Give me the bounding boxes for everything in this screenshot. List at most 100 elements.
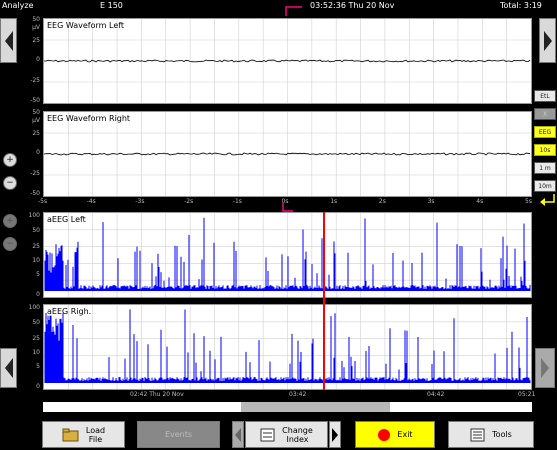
- scale-button-x[interactable]: X: [534, 108, 556, 120]
- scroll-back-button[interactable]: [0, 348, 17, 388]
- tools-icon: [470, 428, 485, 441]
- ytick: 25: [32, 243, 40, 250]
- timeline-scrollbar[interactable]: [43, 402, 532, 412]
- zoom-out-disabled-icon: −: [3, 237, 17, 251]
- ytick: -50: [30, 190, 40, 197]
- zoom-in-disabled-icon: +: [3, 214, 17, 228]
- index-prev-button[interactable]: [232, 421, 244, 448]
- ytick: -25: [30, 170, 40, 177]
- scroll-up-left-button[interactable]: [0, 18, 17, 63]
- time-cursor-line[interactable]: [323, 212, 325, 390]
- ytick: 10: [32, 257, 40, 264]
- ytick: μV: [32, 117, 40, 124]
- ytick: 25: [32, 335, 40, 342]
- device-label: E 150: [100, 1, 123, 10]
- eeg-xtick: 3s: [427, 198, 435, 205]
- scale-button-eeg-tl[interactable]: EtL: [534, 90, 556, 102]
- aeeg-right-title: aEEG Righ.: [47, 307, 92, 316]
- eeg-xtick: -1s: [232, 198, 242, 205]
- clock-label: 03:52:36 Thu 20 Nov: [310, 1, 395, 10]
- eeg-xtick: 2s: [378, 198, 386, 205]
- change-index-label-2: Index: [286, 434, 309, 444]
- exit-button[interactable]: Exit: [355, 421, 435, 448]
- scale-button-1m[interactable]: 1 m: [534, 162, 556, 174]
- triangle-left-icon: [235, 427, 241, 442]
- eeg-xtick: -5s: [38, 198, 48, 205]
- folder-icon: [62, 428, 79, 441]
- eeg-left-title: EEG Waveform Left: [47, 21, 125, 30]
- aeeg-xtick: 05:21: [518, 391, 536, 398]
- ytick: μV: [32, 24, 40, 31]
- eeg-left-waveform: [43, 19, 531, 103]
- aeeg-xtick: 03:42: [289, 391, 307, 398]
- eeg-xtick: 5s: [525, 198, 532, 205]
- aeeg-left-trend: [44, 213, 531, 297]
- ytick: 25: [32, 130, 40, 137]
- triangle-right-icon: [543, 30, 552, 51]
- time-marker-icon: [285, 6, 302, 16]
- load-file-button[interactable]: Load File: [42, 421, 125, 448]
- ytick: 100: [28, 212, 40, 219]
- events-label: Events: [164, 430, 193, 439]
- index-icon: [260, 428, 275, 441]
- exit-label: Exit: [397, 430, 413, 439]
- eeg-xtick: -3s: [135, 198, 145, 205]
- ytick: 5: [36, 271, 40, 278]
- ytick: 0: [36, 56, 40, 63]
- scale-button-eeg[interactable]: EEG: [534, 126, 556, 138]
- eeg-right-title: EEG Waveform Right: [47, 114, 131, 123]
- return-arrow-icon: [540, 194, 555, 206]
- change-index-label-1: Change: [282, 425, 313, 435]
- ytick: 5: [36, 363, 40, 370]
- scroll-forward-button[interactable]: [535, 348, 555, 388]
- eeg-xtick: -4s: [86, 198, 96, 205]
- aeeg-right-trend: [44, 305, 531, 389]
- tools-label: Tools: [492, 430, 512, 439]
- triangle-left-icon: [4, 358, 13, 378]
- load-file-label-2: File: [88, 434, 103, 444]
- aeeg-right-panel: aEEG Righ.: [43, 304, 532, 390]
- scale-button-10s[interactable]: 10s: [534, 144, 556, 156]
- aeeg-xtick: 04:42: [427, 391, 445, 398]
- ytick: 0: [36, 149, 40, 156]
- ytick: -25: [30, 77, 40, 84]
- ytick: 50: [32, 109, 40, 116]
- ytick: 25: [32, 37, 40, 44]
- scale-button-10m[interactable]: 10m: [534, 180, 556, 192]
- ytick: 0: [36, 383, 40, 390]
- eeg-xtick: 1s: [330, 198, 338, 205]
- ytick: 100: [28, 304, 40, 311]
- total-time-label: Total: 3:19: [500, 1, 542, 10]
- eeg-right-waveform: [43, 112, 531, 196]
- ytick: 10: [32, 349, 40, 356]
- eeg-xtick: 4s: [476, 198, 484, 205]
- ytick: 50: [32, 319, 40, 326]
- top-status-bar: Analyze E 150 03:52:36 Thu 20 Nov Total:…: [0, 0, 557, 12]
- events-button[interactable]: Events: [137, 421, 220, 448]
- ytick: 50: [32, 16, 40, 23]
- load-file-label-1: Load: [85, 425, 106, 435]
- index-next-button[interactable]: [329, 421, 341, 448]
- scrollbar-thumb[interactable]: [241, 402, 390, 412]
- aeeg-left-title: aEEG Left: [47, 215, 86, 224]
- stop-circle-icon: [378, 428, 391, 441]
- triangle-right-icon: [332, 427, 338, 442]
- eeg-left-panel: EEG Waveform Left: [43, 18, 532, 104]
- ytick: 0: [36, 291, 40, 298]
- eeg-right-panel: EEG Waveform Right: [43, 111, 532, 197]
- triangle-left-icon: [4, 30, 13, 51]
- scrollbar-track-left: [43, 402, 241, 412]
- ytick: -50: [30, 97, 40, 104]
- tools-button[interactable]: Tools: [448, 421, 534, 448]
- triangle-right-icon: [541, 358, 549, 378]
- zoom-out-icon[interactable]: −: [3, 176, 17, 190]
- scrollbar-track-right: [390, 402, 532, 412]
- eeg-xtick: -2s: [184, 198, 194, 205]
- aeeg-xtick: 02:42 Thu 20 Nov: [130, 391, 184, 398]
- scroll-up-right-button[interactable]: [539, 18, 556, 63]
- change-index-button[interactable]: Change Index: [245, 421, 328, 448]
- zoom-in-icon[interactable]: +: [3, 153, 17, 167]
- mode-label: Analyze: [2, 1, 34, 10]
- aeeg-left-panel: aEEG Left: [43, 212, 532, 298]
- ytick: 50: [32, 227, 40, 234]
